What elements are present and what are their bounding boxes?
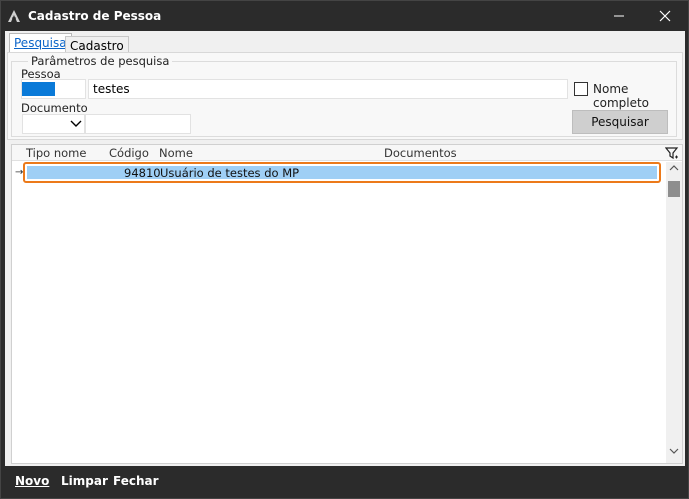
pesquisar-button-label: Pesquisar (591, 115, 649, 129)
footer-toolbar: Novo Limpar Fechar (5, 467, 685, 495)
tab-cadastro-label: Cadastro (70, 39, 124, 53)
minimize-icon (614, 15, 624, 17)
novo-button[interactable]: Novo (15, 474, 49, 488)
search-panel: Parâmetros de pesquisa Pessoa testes Nom… (7, 52, 683, 140)
table-row-highlight (27, 166, 657, 179)
table-row[interactable]: 94810 Usuário de testes do MP (23, 162, 661, 183)
grid-header: Tipo nome Código Nome Documentos (12, 145, 682, 161)
window-content: Pesquisa Cadastro Parâmetros de pesquisa… (5, 31, 685, 466)
limpar-button[interactable]: Limpar (61, 474, 108, 488)
pessoa-search-input[interactable]: testes (88, 79, 568, 99)
results-grid: Tipo nome Código Nome Documentos → 94810… (11, 144, 683, 464)
app-logo-icon (8, 10, 20, 22)
window-title: Cadastro de Pessoa (28, 9, 162, 23)
pesquisar-button[interactable]: Pesquisar (572, 110, 668, 134)
scroll-up-icon[interactable] (666, 162, 682, 178)
chevron-down-icon (70, 120, 82, 127)
scroll-down-icon[interactable] (666, 445, 682, 461)
column-header-documentos[interactable]: Documentos (384, 146, 457, 160)
nome-completo-checkbox[interactable] (574, 82, 588, 96)
documento-type-dropdown[interactable] (22, 114, 85, 134)
nome-completo-label: Nome completo (593, 82, 650, 110)
app-window: Cadastro de Pessoa Pesquisa Cadastro Par… (0, 0, 689, 499)
filter-icon[interactable] (665, 146, 679, 160)
column-header-nome[interactable]: Nome (159, 146, 193, 160)
title-bar[interactable]: Cadastro de Pessoa (1, 1, 688, 31)
documento-input[interactable] (85, 114, 191, 134)
close-icon (659, 10, 671, 22)
close-button[interactable] (642, 1, 688, 31)
column-header-codigo[interactable]: Código (109, 146, 149, 160)
documento-label: Documento (21, 101, 88, 115)
search-group-title: Parâmetros de pesquisa (28, 54, 173, 68)
vertical-scrollbar[interactable] (666, 162, 682, 463)
tab-pesquisa-label: Pesquisa (14, 36, 67, 50)
tab-pesquisa[interactable]: Pesquisa (9, 33, 72, 54)
minimize-button[interactable] (596, 1, 642, 31)
fechar-button[interactable]: Fechar (113, 474, 159, 488)
pessoa-type-selection (22, 82, 55, 96)
column-header-tipo-nome[interactable]: Tipo nome (26, 146, 86, 160)
cell-codigo: 94810 (124, 166, 161, 180)
cell-nome: Usuário de testes do MP (160, 166, 300, 180)
tab-strip: Pesquisa Cadastro (5, 33, 685, 54)
scrollbar-thumb[interactable] (668, 181, 680, 197)
